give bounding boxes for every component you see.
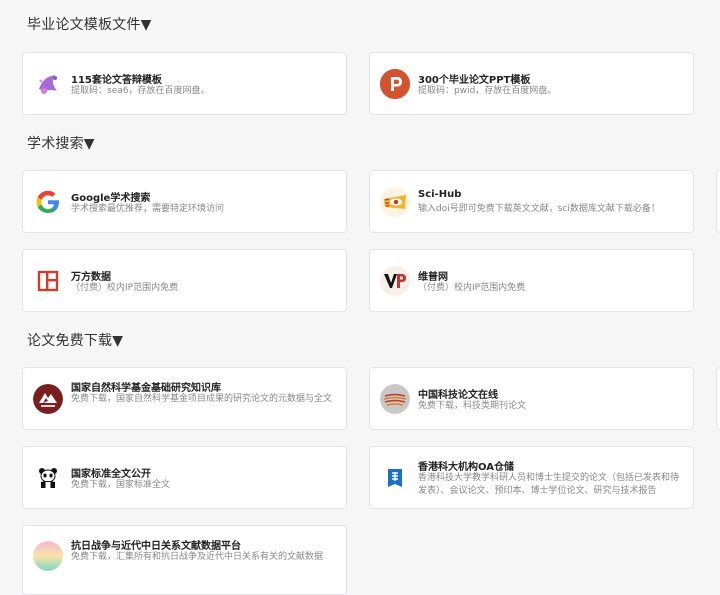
card-sciencepaper-online[interactable]: 中国科技论文在线 免费下载，科技类期刊论文 [369,367,694,430]
offscreen-card-edge [716,367,720,430]
card-title: Sci-Hub [418,189,462,200]
card-google-scholar[interactable]: Google学术搜索 学术搜索最优推荐，需要特定环境访问 [22,170,347,233]
card-title: 国家自然科学基金基础研究知识库 [71,383,221,394]
card-description: 免费下载，国家标准全文 [71,480,171,490]
card-title: Google学术搜索 [71,193,151,204]
card-description: 香港科技大学教学科研人员和博士生提交的论文（包括已发表和待发表）、会议论文、预印… [418,473,680,496]
card-title: 115套论文答辩模板 [71,75,162,86]
card-national-standards[interactable]: 国家标准全文公开 免费下载，国家标准全文 [22,446,347,509]
section-title-free-download[interactable]: 论文免费下载▼ [27,330,123,350]
card-sci-hub[interactable]: Sci-Hub 输入doi号即可免费下载英文文献，sci数据库文献下载必备！ [369,170,694,233]
card-description: 免费下载，科技类期刊论文 [418,401,527,411]
card-description: 输入doi号即可免费下载英文文献，sci数据库文献下载必备！ [418,204,660,214]
card-nsfc-repository[interactable]: 国家自然科学基金基础研究知识库 免费下载，国家自然科学基金项目成果的研究论文的元… [22,367,347,430]
offscreen-card-edge [716,170,720,233]
card-vip-database[interactable]: 维普网 （付费）校内IP范围内免费 [369,249,694,312]
card-thesis-defense-templates[interactable]: 115套论文答辩模板 提取码：sea6，存放在百度网盘。 [22,52,347,115]
card-title: 万方数据 [71,272,111,283]
google-icon [33,186,63,217]
wanfang-icon [33,265,63,296]
card-description: （付费）校内IP范围内免费 [71,283,179,293]
section-title-templates[interactable]: 毕业论文模板文件▼ [27,14,152,34]
purple-splash-icon [33,68,63,99]
card-title: 300个毕业论文PPT模板 [418,75,531,86]
card-title: 维普网 [418,272,448,283]
card-title: 中国科技论文在线 [418,390,498,401]
card-title: 国家标准全文公开 [71,469,151,480]
hkust-icon [380,462,410,493]
card-description: 免费下载，国家自然科学基金项目成果的研究论文的元数据与全文 [71,394,333,404]
nsfc-icon [33,383,63,414]
card-hkust-oa-repository[interactable]: 香港科大机构OA仓储 香港科技大学教学科研人员和博士生提交的论文（包括已发表和待… [369,446,694,509]
card-description: （付费）校内IP范围内免费 [418,283,526,293]
card-title: 香港科大机构OA仓储 [418,462,514,473]
section-title-academic-search[interactable]: 学术搜索▼ [27,133,95,153]
card-description: 提取码：pwid，存放在百度网盘。 [418,86,557,96]
card-title: 抗日战争与近代中日关系文献数据平台 [71,541,241,552]
card-wanfang-data[interactable]: 万方数据 （付费）校内IP范围内免费 [22,249,347,312]
card-description: 提取码：sea6，存放在百度网盘。 [71,86,210,96]
card-description: 学术搜索最优推荐，需要特定环境访问 [71,204,225,214]
card-ppt-templates[interactable]: 300个毕业论文PPT模板 提取码：pwid，存放在百度网盘。 [369,52,694,115]
paper-online-icon [380,383,410,414]
vip-icon [380,265,410,296]
powerpoint-icon [380,68,410,99]
gradient-circle-icon [33,541,63,571]
panda-icon [33,462,63,493]
sci-hub-icon [380,186,410,217]
card-description: 免费下载，汇集所有和抗日战争及近代中日关系有关的文献数据 [71,552,324,562]
